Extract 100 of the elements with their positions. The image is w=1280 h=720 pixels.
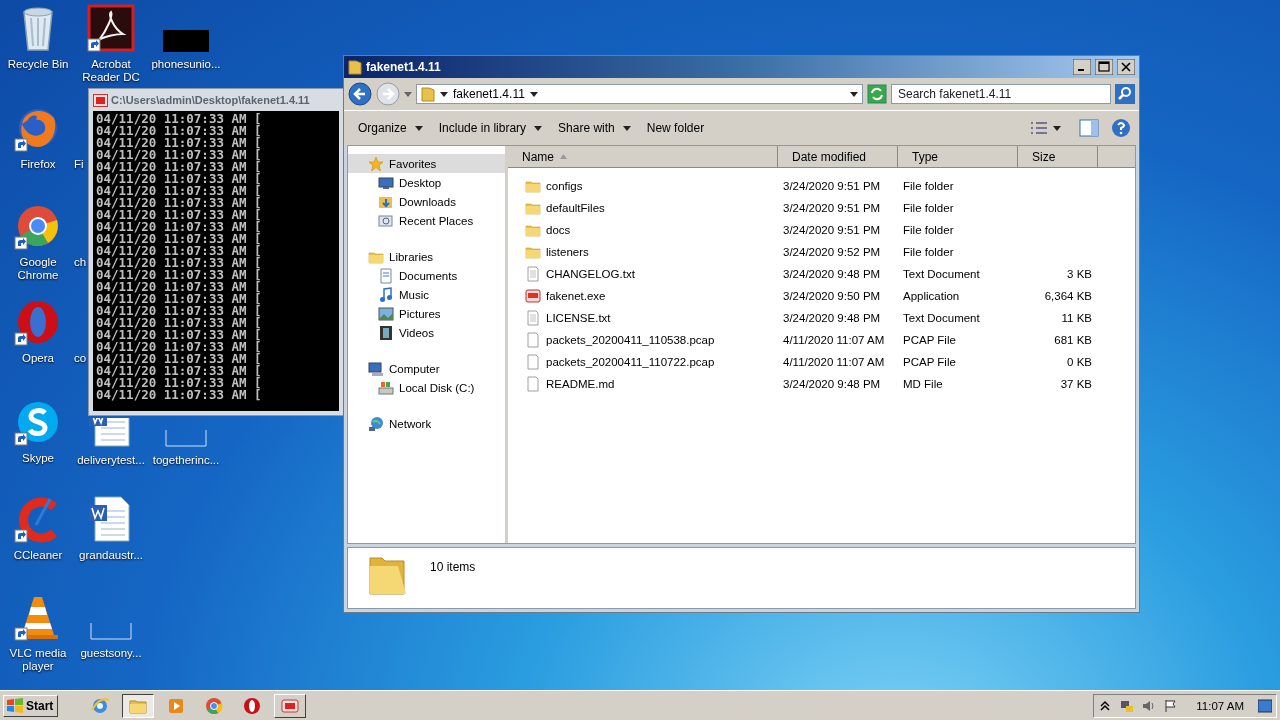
desktop-icon-label[interactable]: Firefox — [20, 158, 56, 171]
sidebar-item[interactable]: Recent Places — [348, 211, 505, 230]
desktop-icon-label[interactable]: co — [74, 352, 87, 365]
sidebar-item[interactable]: Music — [348, 285, 505, 304]
desktop-icon-label[interactable]: Acrobat Reader DC — [73, 58, 149, 84]
column-header[interactable]: Size — [1018, 146, 1098, 168]
file-name[interactable]: listeners — [546, 246, 589, 258]
item-count: 10 items — [430, 560, 476, 574]
preview-pane-icon[interactable] — [1079, 119, 1099, 137]
table-cell-text: PCAP File — [902, 334, 957, 346]
table-cell-text: Text Document — [902, 268, 981, 280]
speaker-icon[interactable] — [1142, 698, 1157, 713]
sidebar-item[interactable]: Local Disk (C:) — [348, 378, 505, 397]
search-field[interactable]: Search fakenet1.4.11 — [891, 84, 1111, 104]
maximize-button[interactable] — [1095, 59, 1113, 75]
flag-icon[interactable] — [1164, 698, 1179, 713]
desktop-icon-label[interactable]: togetherinc... — [152, 454, 220, 467]
caret-icon — [622, 125, 631, 131]
sidebar-item[interactable]: Network — [348, 414, 505, 433]
table-cell-text: 681 KB — [1053, 334, 1093, 346]
music-note-icon — [378, 286, 394, 303]
sidebar-item[interactable]: Favorites — [348, 154, 505, 173]
desktop-icon-label[interactable]: phonesunio... — [151, 58, 221, 71]
file-name[interactable]: LICENSE.txt — [546, 312, 611, 324]
sidebar-item[interactable]: Libraries — [348, 247, 505, 266]
sidebar-item[interactable]: Videos — [348, 323, 505, 342]
file-name[interactable]: CHANGELOG.txt — [546, 268, 635, 280]
desktop-icon-label[interactable]: ch — [74, 256, 87, 269]
file-name[interactable]: docs — [546, 224, 571, 236]
film-icon — [378, 324, 394, 341]
table-cell-text: 3/24/2020 9:52 PM — [782, 246, 882, 258]
show-desktop-button[interactable] — [1258, 697, 1272, 714]
desktop-icon-label[interactable]: Skype — [22, 452, 54, 465]
desktop-icon-label[interactable]: guestsony... — [80, 647, 142, 660]
desktop-icon-label[interactable]: Recycle Bin — [7, 58, 69, 71]
toolbar-button[interactable]: New folder — [640, 117, 711, 139]
sidebar-item[interactable]: Downloads — [348, 192, 505, 211]
file-name[interactable]: configs — [546, 180, 583, 192]
caret-icon[interactable] — [1053, 125, 1061, 131]
table-cell-text: 3/24/2020 9:48 PM — [782, 312, 882, 324]
table-cell-text: Text Document — [902, 312, 981, 324]
table-cell-text: File folder — [902, 246, 955, 258]
console-line: 04/11/20 11:07:33 AM [ — [96, 365, 263, 377]
caret-icon[interactable] — [529, 91, 538, 97]
table-cell-text: 4/11/2020 11:07 AM — [782, 356, 886, 368]
close-button[interactable] — [1117, 59, 1135, 75]
caret-icon[interactable] — [440, 91, 448, 97]
console-line: 04/11/20 11:07:33 AM [ — [96, 113, 263, 125]
help-icon[interactable] — [1111, 118, 1131, 138]
file-name[interactable]: packets_20200411_110538.pcap — [546, 334, 715, 346]
column-header[interactable]: Date modified — [778, 146, 898, 168]
drive-icon — [378, 379, 394, 396]
network-globe-icon — [368, 415, 384, 432]
sidebar-item[interactable]: Computer — [348, 359, 505, 378]
toolbar-button[interactable]: Organize — [352, 117, 429, 139]
clock[interactable]: 11:07 AM — [1196, 699, 1244, 712]
minimize-button[interactable] — [1073, 59, 1091, 75]
desktop-icon-label[interactable]: VLC media player — [0, 647, 76, 673]
computer-icon — [368, 360, 384, 377]
console-line: 04/11/20 11:07:33 AM [ — [96, 305, 263, 317]
table-cell-text: 0 KB — [1066, 356, 1093, 368]
sidebar-item[interactable]: Pictures — [348, 304, 505, 323]
toolbar-button[interactable]: Include in library — [432, 117, 549, 139]
taskbar-button[interactable] — [122, 693, 155, 718]
sidebar-item[interactable]: Documents — [348, 266, 505, 285]
start-button[interactable]: Start — [3, 694, 59, 717]
table-cell-text: 3/24/2020 9:51 PM — [782, 202, 882, 214]
windows-logo-icon — [6, 697, 24, 714]
breadcrumb-item[interactable]: fakenet1.4.11 — [453, 87, 525, 101]
file-name[interactable]: fakenet.exe — [546, 290, 606, 302]
column-header[interactable]: Type — [898, 146, 1018, 168]
console-line: 04/11/20 11:07:33 AM [ — [96, 233, 263, 245]
search-icon[interactable] — [1115, 84, 1135, 104]
caret-icon — [534, 125, 543, 131]
desktop-icon-label[interactable]: Fi — [74, 158, 84, 171]
blank-file-icon — [525, 376, 541, 392]
back-button[interactable] — [348, 82, 372, 106]
toolbar-button[interactable]: Share with — [552, 117, 637, 139]
desktop-icon-label[interactable]: grandaustr... — [79, 549, 143, 562]
app-icon — [525, 288, 541, 304]
table-cell-text: 3/24/2020 9:48 PM — [782, 268, 882, 280]
console-line: 04/11/20 11:07:33 AM [ — [96, 209, 263, 221]
column-header[interactable]: Name — [508, 146, 778, 168]
table-cell-text: File folder — [902, 202, 955, 214]
desktop-icon-label[interactable]: deliverytest... — [77, 454, 145, 467]
pdf-icon[interactable] — [87, 4, 135, 52]
sidebar-item[interactable]: Desktop — [348, 173, 505, 192]
console-line: 04/11/20 11:07:33 AM [ — [96, 125, 263, 137]
file-name[interactable]: README.md — [546, 378, 615, 390]
console-line: 04/11/20 11:07:33 AM [ — [96, 293, 263, 305]
file-name[interactable]: packets_20200411_110722.pcap — [546, 356, 715, 368]
blank-file-icon — [525, 332, 541, 348]
network-icon[interactable] — [1120, 698, 1135, 713]
file-name[interactable]: defaultFiles — [546, 202, 605, 214]
desktop-icon-label[interactable]: CCleaner — [13, 549, 63, 562]
folder-icon — [348, 59, 362, 75]
address-bar[interactable]: fakenet1.4.11 — [416, 84, 863, 104]
desktop-icon-label[interactable]: Opera — [22, 352, 54, 365]
refresh-button[interactable] — [867, 84, 887, 104]
caret-icon[interactable] — [850, 91, 858, 97]
